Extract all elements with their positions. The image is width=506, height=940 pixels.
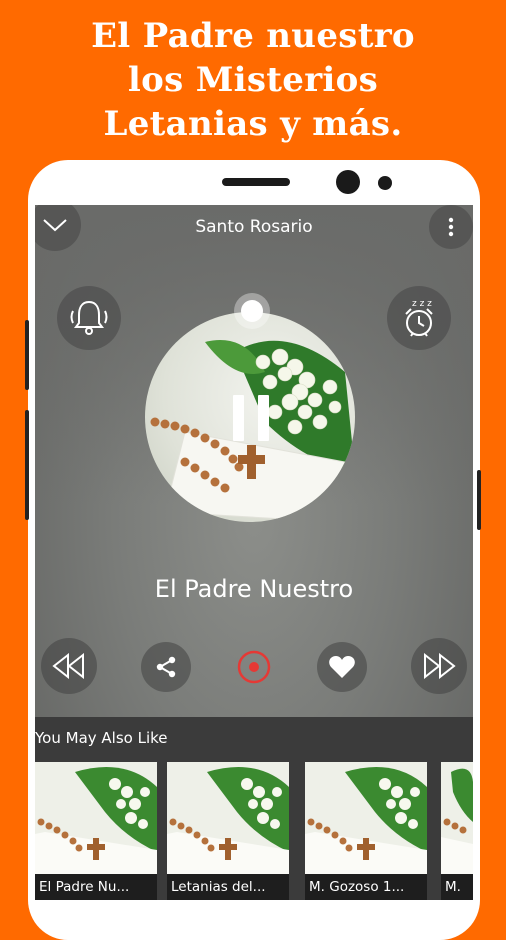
phone-power-button xyxy=(477,470,481,530)
sleep-timer-button[interactable]: z z z xyxy=(387,286,451,350)
record-button[interactable] xyxy=(229,642,279,692)
page-title: Santo Rosario xyxy=(195,217,313,237)
notification-button[interactable] xyxy=(57,286,121,350)
pause-icon xyxy=(258,395,269,441)
recommendation-card[interactable]: Letanias del... xyxy=(167,762,289,900)
rewind-button[interactable] xyxy=(41,638,97,694)
favorite-button[interactable] xyxy=(317,642,367,692)
section-title: You May Also Like xyxy=(35,729,168,747)
phone-sensor xyxy=(378,176,392,190)
card-label: M. xyxy=(441,874,473,900)
phone-speaker xyxy=(222,178,290,186)
phone-camera xyxy=(336,170,360,194)
alarm-clock-sleep-icon: z z z xyxy=(405,299,433,337)
now-playing-title: El Padre Nuestro xyxy=(154,575,354,603)
card-thumbnail xyxy=(35,762,157,874)
card-thumbnail xyxy=(441,762,473,874)
card-label: Letanias del... xyxy=(167,874,289,900)
fast-forward-button[interactable] xyxy=(411,638,467,694)
phone-volume-button xyxy=(25,410,29,520)
pause-button[interactable] xyxy=(233,395,269,441)
seek-knob[interactable] xyxy=(241,300,263,322)
card-thumbnail xyxy=(305,762,427,874)
share-icon xyxy=(156,656,176,678)
more-options-button[interactable] xyxy=(429,205,473,249)
recommendation-card[interactable]: El Padre Nu... xyxy=(35,762,157,900)
bell-icon xyxy=(70,300,108,335)
fast-forward-icon xyxy=(424,653,456,679)
recommendation-card[interactable]: M. Gozoso 1... xyxy=(305,762,427,900)
card-label: M. Gozoso 1... xyxy=(305,874,427,900)
heart-icon xyxy=(329,656,355,678)
recommendation-card[interactable]: M. xyxy=(441,762,473,900)
card-thumbnail xyxy=(167,762,289,874)
phone-volume-button xyxy=(25,320,29,390)
share-button[interactable] xyxy=(141,642,191,692)
card-label: El Padre Nu... xyxy=(35,874,157,900)
app-screen: Santo Rosario z z z El Padre Nuestro You… xyxy=(35,205,473,900)
promo-headline: El Padre nuestro los Misterios Letanias … xyxy=(0,14,506,146)
promo-line-3: Letanias y más. xyxy=(103,104,403,144)
record-icon xyxy=(237,650,271,684)
pause-icon xyxy=(233,395,244,441)
rewind-icon xyxy=(52,653,84,679)
recommendations-section: You May Also Like El Padre Nu... Letania… xyxy=(35,717,473,900)
svg-text:z z z: z z z xyxy=(412,299,432,309)
more-vertical-icon xyxy=(448,217,454,237)
promo-line-1: El Padre nuestro xyxy=(91,16,415,56)
promo-line-2: los Misterios xyxy=(127,60,379,100)
